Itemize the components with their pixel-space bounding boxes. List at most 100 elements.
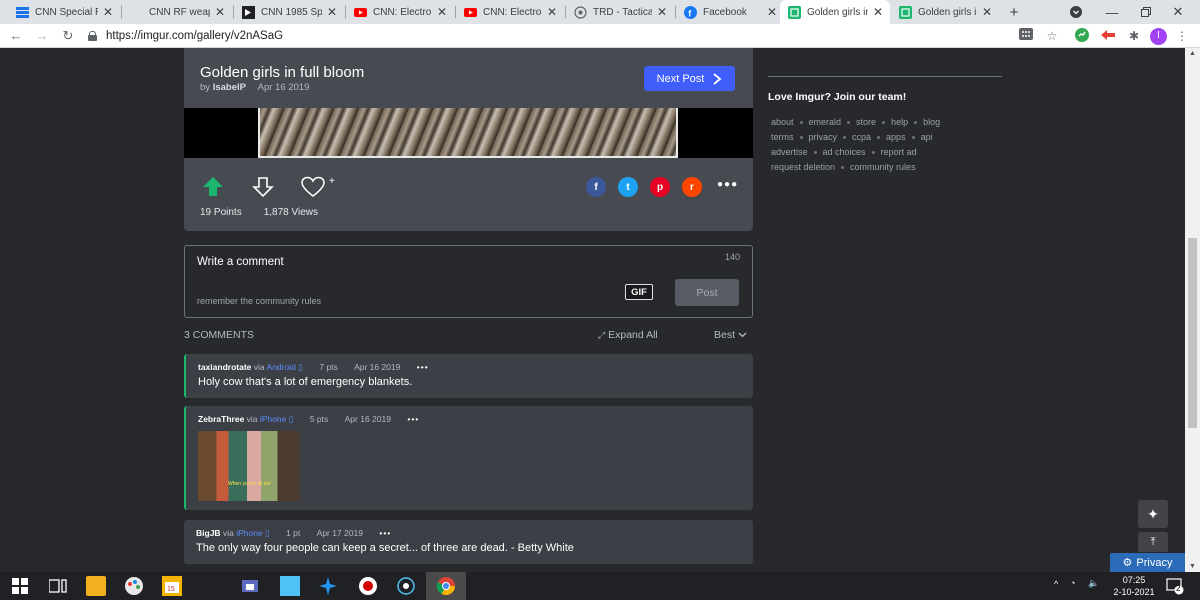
footer-link-help[interactable]: help xyxy=(891,117,908,127)
browser-tab[interactable]: TRD - Tactical ✕ xyxy=(566,0,674,24)
wifi-icon[interactable]: ◔ xyxy=(1070,578,1075,588)
tab-close-icon[interactable]: ✕ xyxy=(872,5,884,19)
extension-red-icon[interactable] xyxy=(1100,28,1116,44)
upvote-button[interactable] xyxy=(202,176,224,198)
comment-username[interactable]: ZebraThree xyxy=(198,414,244,424)
comment-gif[interactable]: When you're all set xyxy=(198,431,300,501)
link-separator xyxy=(882,121,886,125)
chrome-taskbar-button[interactable] xyxy=(426,572,466,600)
facebook-share-icon[interactable]: f xyxy=(586,177,606,197)
footer-link-terms[interactable]: terms xyxy=(771,132,794,142)
media-app-icon[interactable] xyxy=(280,576,300,596)
footer-link-community-rules[interactable]: community rules xyxy=(850,162,916,172)
tab-close-icon[interactable]: ✕ xyxy=(214,5,226,19)
footer-link-privacy[interactable]: privacy xyxy=(809,132,838,142)
favorite-button[interactable]: + xyxy=(301,176,335,198)
comment-text: Holy cow that's a lot of emergency blank… xyxy=(198,376,413,388)
comment-username[interactable]: BigJB xyxy=(196,528,221,538)
cortana-icon[interactable] xyxy=(396,576,416,596)
more-options-icon[interactable]: ●●● xyxy=(717,179,738,190)
post-comment-button[interactable]: Post xyxy=(675,279,739,306)
scroll-down-icon[interactable]: ▼ xyxy=(1188,563,1197,570)
tab-title: CNN: Electron xyxy=(483,6,542,18)
comment-username[interactable]: taxiandrotate xyxy=(198,362,251,372)
next-post-button[interactable]: Next Post xyxy=(644,66,735,91)
windows-start-icon[interactable] xyxy=(10,576,30,596)
tab-close-icon[interactable]: ✕ xyxy=(436,5,448,19)
tab-close-icon[interactable]: ✕ xyxy=(546,5,558,19)
browser-tab[interactable]: f Facebook ✕ xyxy=(676,0,784,24)
page-scrollbar[interactable]: ▲ ▼ xyxy=(1185,48,1200,572)
calendar-app-icon[interactable]: 15 xyxy=(162,576,182,596)
footer-link-blog[interactable]: blog xyxy=(923,117,940,127)
puzzle-icon[interactable]: ✱ xyxy=(1126,28,1142,44)
footer-link-about[interactable]: about xyxy=(771,117,794,127)
scroll-up-icon[interactable]: ▲ xyxy=(1188,50,1197,57)
tab-close-icon[interactable]: ✕ xyxy=(981,5,993,19)
expand-all-button[interactable]: ⤢ Expand All xyxy=(598,329,658,341)
sparkle-button[interactable]: ✦ xyxy=(1138,500,1168,528)
footer-link-ccpa[interactable]: ccpa xyxy=(852,132,871,142)
browser-tab[interactable]: CNN: Electron ✕ xyxy=(346,0,454,24)
twitter-share-icon[interactable]: t xyxy=(618,177,638,197)
url-field[interactable]: https://imgur.com/gallery/v2nASaG xyxy=(88,26,1008,46)
footer-link-ad-choices[interactable]: ad choices xyxy=(823,147,866,157)
footer-link-advertise[interactable]: advertise xyxy=(771,147,808,157)
bookmark-star-icon[interactable]: ☆ xyxy=(1044,28,1060,44)
tab-close-icon[interactable]: ✕ xyxy=(102,5,114,19)
forward-button[interactable]: → xyxy=(32,27,52,45)
reload-button[interactable]: ↻ xyxy=(58,27,78,45)
comment-options-icon[interactable]: ••• xyxy=(417,362,429,372)
downvote-button[interactable] xyxy=(252,176,274,198)
post-image[interactable] xyxy=(184,108,753,158)
apps-grid-icon[interactable] xyxy=(1018,28,1034,44)
footer-link-api[interactable]: api xyxy=(921,132,933,142)
post-author[interactable]: IsabelP xyxy=(213,82,246,93)
network-app-icon[interactable] xyxy=(240,576,260,596)
extension-green-icon[interactable] xyxy=(1074,28,1090,44)
footer-link-store[interactable]: store xyxy=(856,117,876,127)
community-rules-link[interactable]: remember the community rules xyxy=(197,296,321,306)
pinterest-share-icon[interactable]: p xyxy=(650,177,670,197)
blank-page-icon xyxy=(130,6,143,19)
tab-close-icon[interactable]: ✕ xyxy=(326,5,338,19)
close-window-button[interactable]: ✕ xyxy=(1156,0,1200,24)
file-explorer-icon[interactable] xyxy=(86,576,106,596)
scrollbar-thumb[interactable] xyxy=(1188,238,1197,428)
volume-icon[interactable]: 🔈 xyxy=(1088,578,1099,589)
browser-tab-active[interactable]: Golden girls in ✕ xyxy=(780,0,890,24)
privacy-button[interactable]: ⚙ Privacy xyxy=(1110,553,1185,572)
comment-input[interactable]: Write a comment xyxy=(197,256,284,268)
chrome-icon xyxy=(436,577,455,596)
sort-dropdown[interactable]: Best xyxy=(714,329,747,341)
footer-link-apps[interactable]: apps xyxy=(886,132,906,142)
notification-center-icon[interactable]: 2 xyxy=(1166,577,1184,595)
comment-options-icon[interactable]: ••• xyxy=(407,414,419,424)
footer-link-report-ad[interactable]: report ad xyxy=(881,147,917,157)
browser-tab[interactable]: CNN 1985 Spe ✕ xyxy=(234,0,344,24)
browser-tab[interactable]: CNN Special R ✕ xyxy=(8,0,120,24)
tab-close-icon[interactable]: ✕ xyxy=(656,5,668,19)
browser-tab[interactable]: Golden girls in ✕ xyxy=(891,0,999,24)
reddit-share-icon[interactable]: r xyxy=(682,177,702,197)
join-team-heading[interactable]: Love Imgur? Join our team! xyxy=(768,91,906,103)
back-button[interactable]: ← xyxy=(6,27,26,45)
new-tab-button[interactable]: + xyxy=(994,0,1034,24)
comment-options-icon[interactable]: ••• xyxy=(379,528,391,538)
tab-close-icon[interactable]: ✕ xyxy=(766,5,778,19)
image-photo xyxy=(258,108,678,158)
browser-tab[interactable]: CNN: Electron ✕ xyxy=(456,0,564,24)
tray-chevron-icon[interactable]: ^ xyxy=(1054,579,1058,589)
paint-icon[interactable] xyxy=(124,576,144,596)
profile-avatar[interactable]: I xyxy=(1150,28,1167,45)
browser-tab[interactable]: CNN RF weap ✕ xyxy=(122,0,232,24)
browser-menu-icon[interactable]: ⋮ xyxy=(1174,28,1190,44)
task-view-icon[interactable] xyxy=(48,576,68,596)
system-clock[interactable]: 07:25 2-10-2021 xyxy=(1112,574,1156,598)
footer-link-emerald[interactable]: emerald xyxy=(809,117,842,127)
sparkle-app-icon[interactable] xyxy=(318,576,338,596)
footer-link-request-deletion[interactable]: request deletion xyxy=(771,162,835,172)
back-to-top-button[interactable]: ⤒ xyxy=(1138,532,1168,552)
gif-button[interactable]: GIF xyxy=(625,284,653,300)
record-icon[interactable] xyxy=(358,576,378,596)
